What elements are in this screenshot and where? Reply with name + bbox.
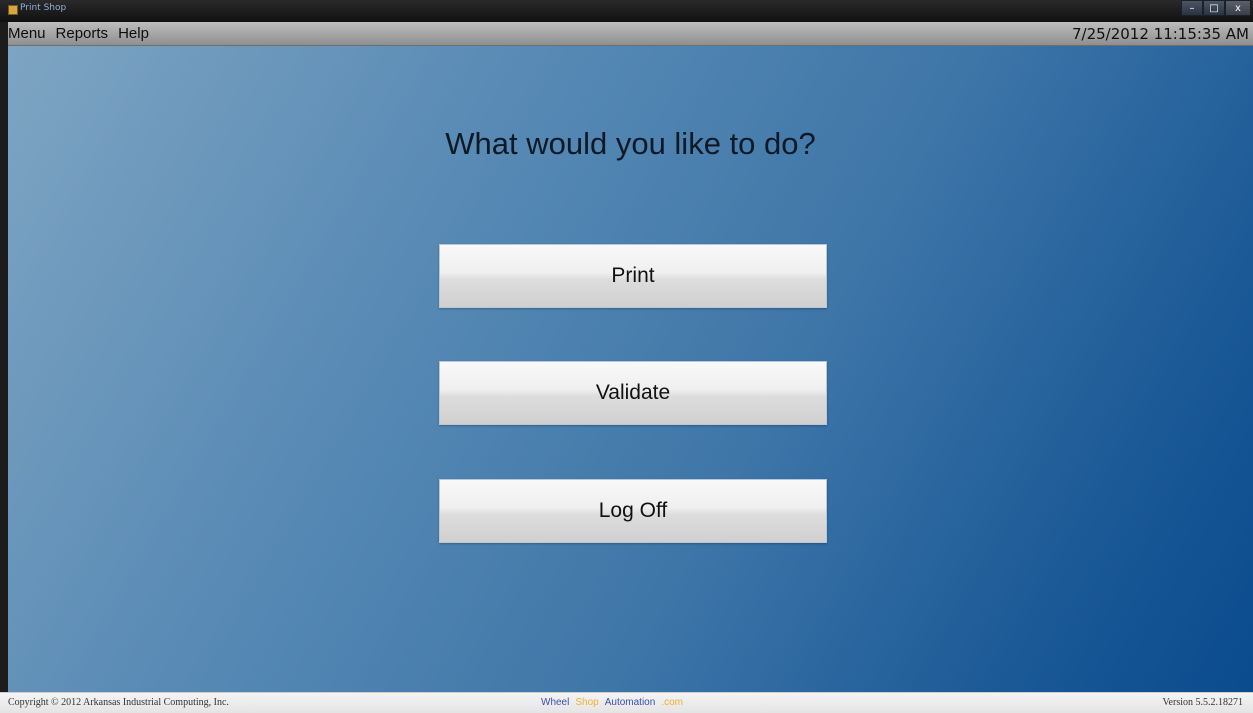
status-bar: Copyright © 2012 Arkansas Industrial Com…: [0, 692, 1253, 713]
menu-items: Menu Reports Help: [8, 25, 159, 43]
log-off-button[interactable]: Log Off: [439, 479, 827, 543]
datetime-display: 7/25/2012 11:15:35 AM: [1071, 25, 1249, 43]
brand-shop: Shop: [575, 697, 599, 708]
version-text: Version 5.5.2.18271: [1162, 697, 1243, 708]
brand-wheel: Wheel: [541, 697, 570, 708]
brand-com: .com: [661, 697, 683, 708]
page-title: What would you like to do?: [445, 126, 816, 161]
menu-item-reports[interactable]: Reports: [56, 25, 115, 43]
window-controls: – □ x: [1181, 0, 1251, 18]
main-panel: What would you like to do? Print Validat…: [8, 46, 1253, 692]
app-icon: [8, 5, 18, 15]
maximize-button[interactable]: □: [1203, 0, 1225, 16]
title-bar[interactable]: Print Shop – □ x: [0, 0, 1253, 22]
brand-automation: Automation: [604, 697, 656, 708]
close-button[interactable]: x: [1225, 0, 1251, 16]
menu-item-menu[interactable]: Menu: [8, 25, 52, 43]
window-border: [0, 22, 8, 692]
copyright-text: Copyright © 2012 Arkansas Industrial Com…: [8, 697, 229, 708]
minimize-button[interactable]: –: [1181, 0, 1203, 16]
app-window: Print Shop – □ x Menu Reports Help 7/25/…: [0, 0, 1253, 713]
menu-item-help[interactable]: Help: [118, 25, 155, 43]
validate-button[interactable]: Validate: [439, 361, 827, 425]
window-title: Print Shop: [20, 3, 67, 13]
brand-link[interactable]: Wheel Shop Automation .com: [541, 697, 689, 708]
print-button[interactable]: Print: [439, 244, 827, 308]
menu-bar: Menu Reports Help 7/25/2012 11:15:35 AM: [8, 22, 1253, 46]
